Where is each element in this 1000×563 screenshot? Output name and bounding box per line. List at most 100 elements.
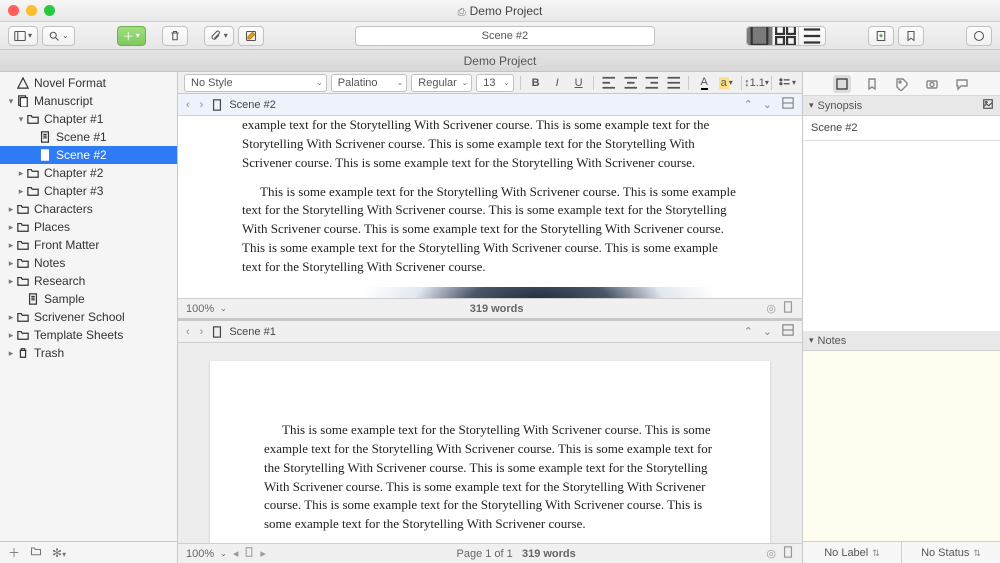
text-color-button[interactable]: A <box>695 74 713 92</box>
binder-item-scrivener-school[interactable]: Scrivener School <box>0 308 177 326</box>
binder-item-notes[interactable]: Notes <box>0 254 177 272</box>
editor-top-prev-doc-button[interactable]: ⌃ <box>742 98 755 111</box>
binder-gear-icon[interactable]: ✻▾ <box>52 546 66 560</box>
inspector-tab-notes[interactable] <box>833 75 851 93</box>
underline-button[interactable]: U <box>570 74 588 92</box>
target-icon[interactable]: ◎ <box>766 302 776 315</box>
view-document-mode[interactable] <box>747 27 773 45</box>
align-center-button[interactable] <box>622 74 640 92</box>
disclosure-triangle[interactable] <box>6 330 16 341</box>
binder-item-template-sheets[interactable]: Template Sheets <box>0 326 177 344</box>
document-title-field[interactable]: Scene #2 <box>355 26 655 46</box>
editor-top-back-button[interactable]: ‹ <box>184 99 192 111</box>
editor-bottom-body[interactable]: This is some example text for the Storyt… <box>178 343 802 543</box>
view-mode-segmented[interactable] <box>746 26 826 46</box>
page-nav-icon[interactable] <box>244 547 254 560</box>
inspector-tab-comments[interactable] <box>953 75 971 93</box>
style-select[interactable]: No Style <box>184 74 327 92</box>
editor-bottom-split-button[interactable] <box>780 324 796 339</box>
binder-item-manuscript[interactable]: Manuscript <box>0 92 177 110</box>
disclosure-triangle[interactable] <box>6 222 16 233</box>
align-justify-button[interactable] <box>665 74 683 92</box>
disclosure-triangle[interactable] <box>6 348 16 359</box>
view-corkboard-mode[interactable] <box>773 27 799 45</box>
editor-bottom-prev-doc-button[interactable]: ⌃ <box>742 325 755 338</box>
disclosure-triangle[interactable] <box>16 168 26 179</box>
synopsis-body[interactable] <box>803 141 1000 331</box>
binder-item-sample[interactable]: Sample <box>0 290 177 308</box>
font-select[interactable]: Palatino <box>331 74 408 92</box>
synopsis-text[interactable]: Scene #2 <box>803 116 1000 141</box>
binder-item-chapter-1[interactable]: Chapter #1 <box>0 110 177 128</box>
inspector-tab-snapshots[interactable] <box>923 75 941 93</box>
binder-item-front-matter[interactable]: Front Matter <box>0 236 177 254</box>
binder-item-chapter-3[interactable]: Chapter #3 <box>0 182 177 200</box>
align-right-button[interactable] <box>643 74 661 92</box>
view-binder-button[interactable]: ▾ <box>8 26 38 46</box>
view-outline-mode[interactable] <box>799 27 825 45</box>
disclosure-triangle[interactable] <box>16 114 26 125</box>
align-left-button[interactable] <box>600 74 618 92</box>
disclosure-triangle[interactable] <box>6 204 16 215</box>
page-next-icon[interactable]: ▸ <box>260 547 266 560</box>
bold-button[interactable]: B <box>527 74 545 92</box>
attach-button[interactable]: ▾ <box>204 26 234 46</box>
synopsis-image-toggle-icon[interactable] <box>982 98 994 113</box>
binder-add-icon[interactable]: ＋ <box>8 544 20 561</box>
label-menu[interactable]: No Label <box>803 542 902 563</box>
window-minimize-button[interactable] <box>26 5 37 16</box>
binder-add-folder-icon[interactable] <box>30 545 42 560</box>
binder-item-scene-2[interactable]: Scene #2 <box>0 146 177 164</box>
editor-bottom-forward-button[interactable]: › <box>198 326 206 338</box>
disclosure-triangle[interactable] <box>6 96 16 107</box>
italic-button[interactable]: I <box>548 74 566 92</box>
compile-button[interactable] <box>868 26 894 46</box>
editor-top-forward-button[interactable]: › <box>198 99 206 111</box>
notes-body[interactable] <box>803 351 1000 541</box>
synopsis-header[interactable]: Synopsis <box>803 96 1000 116</box>
font-size-select[interactable]: 13 <box>476 74 514 92</box>
line-spacing-button[interactable]: ↕ 1.1 ▾ <box>747 74 765 92</box>
binder-item-research[interactable]: Research <box>0 272 177 290</box>
editor-top-title[interactable]: Scene #2 <box>229 99 275 111</box>
inspector-tab-metadata[interactable] <box>893 75 911 93</box>
binder-item-chapter-2[interactable]: Chapter #2 <box>0 164 177 182</box>
binder-item-places[interactable]: Places <box>0 218 177 236</box>
editor-bottom-title[interactable]: Scene #1 <box>229 326 275 338</box>
highlight-color-button[interactable]: a▾ <box>717 74 735 92</box>
inspector-tab-bookmarks[interactable] <box>863 75 881 93</box>
page-view-icon[interactable] <box>782 546 794 561</box>
editor-top-body[interactable]: example text for the Storytelling With S… <box>178 116 802 298</box>
add-button[interactable]: ＋ ▾ <box>117 26 146 46</box>
binder-item-novel-format[interactable]: Novel Format <box>0 74 177 92</box>
editor-bottom-zoom[interactable]: 100% <box>186 548 214 560</box>
inspector-toggle-button[interactable]: i <box>966 26 992 46</box>
status-menu[interactable]: No Status <box>902 542 1000 563</box>
binder-tree[interactable]: Novel FormatManuscriptChapter #1Scene #1… <box>0 72 177 541</box>
editor-top-split-button[interactable] <box>780 97 796 112</box>
list-button[interactable]: ▾ <box>778 74 796 92</box>
binder-item-trash[interactable]: Trash <box>0 344 177 362</box>
binder-item-characters[interactable]: Characters <box>0 200 177 218</box>
trash-button[interactable] <box>162 26 188 46</box>
disclosure-triangle[interactable] <box>6 258 16 269</box>
disclosure-triangle[interactable] <box>16 186 26 197</box>
disclosure-triangle[interactable] <box>6 240 16 251</box>
window-zoom-button[interactable] <box>44 5 55 16</box>
editor-top-zoom[interactable]: 100% <box>186 303 214 315</box>
disclosure-triangle[interactable] <box>6 276 16 287</box>
editor-bottom-next-doc-button[interactable]: ⌄ <box>761 325 774 338</box>
search-button[interactable] <box>42 26 75 46</box>
editor-bottom-back-button[interactable]: ‹ <box>184 326 192 338</box>
binder-item-scene-1[interactable]: Scene #1 <box>0 128 177 146</box>
window-close-button[interactable] <box>8 5 19 16</box>
page-view-icon[interactable] <box>782 301 794 316</box>
target-icon[interactable]: ◎ <box>766 547 776 560</box>
editor-top-next-doc-button[interactable]: ⌄ <box>761 98 774 111</box>
notes-header[interactable]: Notes <box>803 331 1000 351</box>
disclosure-triangle[interactable] <box>6 312 16 323</box>
bookmark-button[interactable] <box>898 26 924 46</box>
font-weight-select[interactable]: Regular <box>411 74 472 92</box>
compose-button[interactable] <box>238 26 264 46</box>
page-prev-icon[interactable]: ◂ <box>233 547 239 560</box>
